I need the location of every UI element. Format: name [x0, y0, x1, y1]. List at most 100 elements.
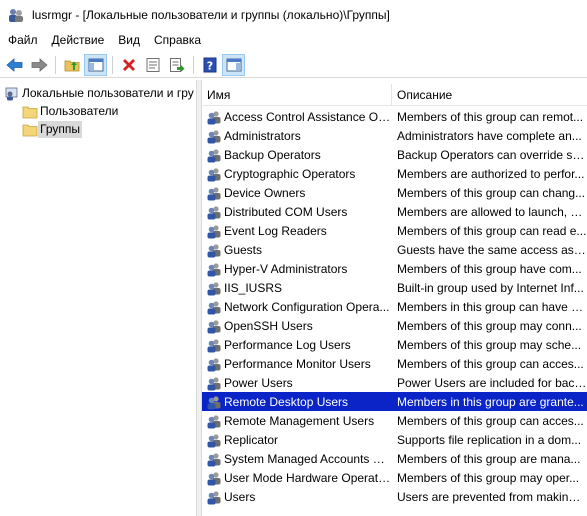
- menu-bar: Файл Действие Вид Справка: [0, 30, 587, 51]
- table-row[interactable]: OpenSSH Users Members of this group may c…: [202, 316, 587, 335]
- toolbar: ?: [0, 52, 587, 78]
- tree-item-label: Группы: [38, 121, 82, 138]
- delete-button[interactable]: [117, 54, 140, 76]
- tree-item-users[interactable]: Пользователи: [22, 102, 120, 121]
- group-name: Cryptographic Operators: [224, 166, 356, 181]
- group-name-cell: OpenSSH Users: [202, 318, 392, 334]
- group-name-cell: Replicator: [202, 432, 392, 448]
- group-name-cell: Network Configuration Opera...: [202, 299, 392, 315]
- group-description: Supports file replication in a dom...: [397, 432, 582, 447]
- menu-help[interactable]: Справка: [147, 30, 208, 51]
- table-row[interactable]: Event Log Readers Members of this group c…: [202, 221, 587, 240]
- group-description: Members of this group can remot...: [397, 109, 584, 124]
- group-icon: [207, 205, 221, 219]
- export-list-button[interactable]: [165, 54, 188, 76]
- table-row[interactable]: Network Configuration Opera... Members in…: [202, 297, 587, 316]
- group-name: User Mode Hardware Operators: [224, 470, 392, 485]
- svg-text:?: ?: [206, 59, 212, 72]
- export-list-icon: [169, 57, 184, 72]
- table-row[interactable]: Backup Operators Backup Operators can ove…: [202, 145, 587, 164]
- table-row[interactable]: Device Owners Members of this group can c…: [202, 183, 587, 202]
- group-name-cell: Performance Log Users: [202, 337, 392, 353]
- group-name: Users: [224, 489, 256, 504]
- group-name: System Managed Accounts G...: [224, 451, 392, 466]
- group-name: Backup Operators: [224, 147, 321, 162]
- back-arrow-icon: [5, 57, 22, 72]
- up-level-button[interactable]: [60, 54, 83, 76]
- tree-item-root[interactable]: Локальные пользователи и гру: [4, 84, 196, 103]
- group-name: OpenSSH Users: [224, 318, 313, 333]
- menu-file[interactable]: Файл: [0, 30, 45, 51]
- group-name: Hyper-V Administrators: [224, 261, 348, 276]
- group-description: Members are authorized to perfor...: [397, 166, 585, 181]
- folder-icon: [22, 124, 38, 136]
- menu-action[interactable]: Действие: [45, 30, 112, 51]
- group-icon: [207, 490, 221, 504]
- group-name-cell: User Mode Hardware Operators: [202, 470, 392, 486]
- back-button[interactable]: [3, 54, 26, 76]
- group-icon: [207, 357, 221, 371]
- tree-item-label: Локальные пользователи и гру: [22, 86, 194, 100]
- group-name-cell: Power Users: [202, 375, 392, 391]
- group-name: Guests: [224, 242, 263, 257]
- column-header-description[interactable]: Описание: [392, 84, 587, 106]
- table-row[interactable]: System Managed Accounts G... Members of t…: [202, 449, 587, 468]
- table-row[interactable]: Guests Guests have the same access as m..…: [202, 240, 587, 259]
- group-name: IIS_IUSRS: [224, 280, 283, 295]
- help-button[interactable]: ?: [198, 54, 221, 76]
- group-name: Replicator: [224, 432, 279, 447]
- tree-item-groups[interactable]: Группы: [22, 120, 82, 139]
- group-icon: [207, 376, 221, 390]
- toolbar-separator: [193, 55, 194, 74]
- forward-button[interactable]: [27, 54, 50, 76]
- group-name-cell: Distributed COM Users: [202, 204, 392, 220]
- group-name-cell: Administrators: [202, 128, 392, 144]
- group-icon: [207, 338, 221, 352]
- group-name-cell: Access Control Assistance Op...: [202, 109, 392, 125]
- group-description: Members of this group can chang...: [397, 185, 586, 200]
- table-row[interactable]: Power Users Power Users are included for …: [202, 373, 587, 392]
- group-icon: [207, 110, 221, 124]
- table-row[interactable]: Cryptographic Operators Members are autho…: [202, 164, 587, 183]
- table-row[interactable]: Users Users are prevented from making ...: [202, 487, 587, 506]
- table-row[interactable]: Replicator Supports file replication in a…: [202, 430, 587, 449]
- group-description: Members are allowed to launch, a...: [397, 204, 587, 219]
- show-pane-button[interactable]: [222, 53, 245, 76]
- group-description: Members of this group are mana...: [397, 451, 581, 466]
- table-row[interactable]: Administrators Administrators have comple…: [202, 126, 587, 145]
- properties-button[interactable]: [141, 54, 164, 76]
- tree-pane: Локальные пользователи и гру Пользовател…: [0, 80, 196, 516]
- table-row[interactable]: User Mode Hardware Operators Members of t…: [202, 468, 587, 487]
- group-name-cell: Users: [202, 489, 392, 505]
- group-description: Members of this group can acces...: [397, 356, 584, 371]
- group-name: Performance Log Users: [224, 337, 351, 352]
- group-icon: [207, 243, 221, 257]
- menu-view[interactable]: Вид: [111, 30, 147, 51]
- group-icon: [207, 224, 221, 238]
- title-bar: lusrmgr - [Локальные пользователи и груп…: [0, 0, 587, 30]
- forward-arrow-icon: [31, 57, 48, 72]
- table-row[interactable]: Access Control Assistance Op... Members o…: [202, 107, 587, 126]
- group-icon: [207, 471, 221, 485]
- table-row[interactable]: Remote Desktop Users Members in this grou…: [202, 392, 587, 411]
- column-header-name[interactable]: Имя: [202, 84, 392, 106]
- group-name: Network Configuration Opera...: [224, 299, 390, 314]
- group-name-cell: Remote Desktop Users: [202, 394, 392, 410]
- toolbar-separator: [112, 55, 113, 74]
- table-row[interactable]: Remote Management Users Members of this g…: [202, 411, 587, 430]
- group-description: Members of this group may conn...: [397, 318, 582, 333]
- group-description: Members of this group can acces...: [397, 413, 584, 428]
- show-hide-tree-button[interactable]: [84, 53, 107, 76]
- delete-icon: [122, 58, 135, 71]
- group-name: Remote Desktop Users: [224, 394, 349, 409]
- group-description: Members in this group can have s...: [397, 299, 587, 314]
- group-icon: [207, 167, 221, 181]
- group-name: Device Owners: [224, 185, 306, 200]
- table-row[interactable]: Hyper-V Administrators Members of this gr…: [202, 259, 587, 278]
- up-folder-icon: [64, 60, 79, 71]
- table-row[interactable]: IIS_IUSRS Built-in group used by Internet…: [202, 278, 587, 297]
- table-row[interactable]: Performance Log Users Members of this gro…: [202, 335, 587, 354]
- table-row[interactable]: Performance Monitor Users Members of this…: [202, 354, 587, 373]
- table-row[interactable]: Distributed COM Users Members are allowed…: [202, 202, 587, 221]
- group-icon: [207, 186, 221, 200]
